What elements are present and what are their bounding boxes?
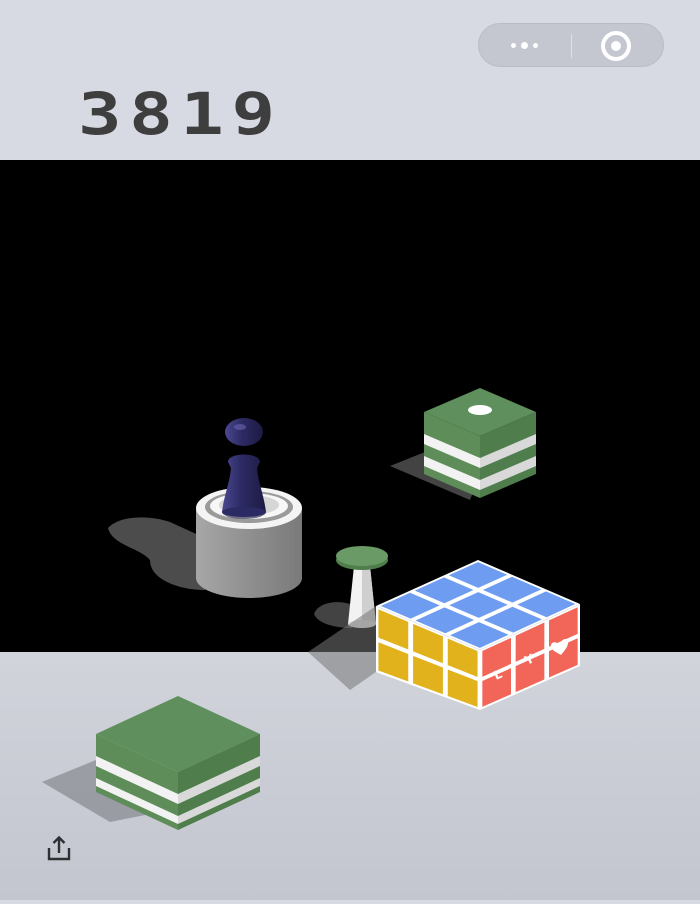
black-band	[0, 160, 700, 652]
score-display: 3819	[78, 80, 283, 148]
share-upload-icon	[47, 835, 71, 861]
share-button[interactable]	[44, 834, 74, 864]
top-capsule	[478, 23, 664, 67]
more-button[interactable]	[479, 24, 571, 66]
close-button[interactable]	[572, 24, 664, 66]
target-dot	[468, 405, 492, 415]
target-circle-icon	[601, 31, 631, 61]
